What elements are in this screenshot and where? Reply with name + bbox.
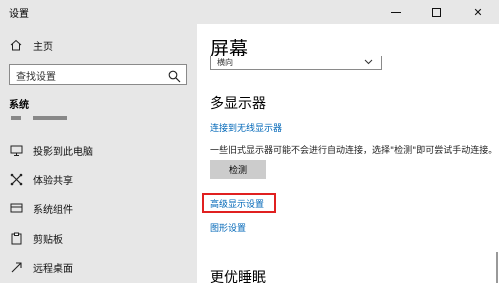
minimize-button[interactable]	[376, 0, 416, 24]
sidebar-item-remote-desktop[interactable]: 远程桌面	[0, 253, 197, 281]
projector-icon	[9, 143, 23, 157]
sidebar-item-label: 投影到此电脑	[33, 146, 93, 158]
orientation-dropdown[interactable]: 横向	[210, 56, 382, 70]
clipboard-icon	[9, 231, 23, 245]
sidebar-item-shared-experience[interactable]: 体验共享	[0, 165, 197, 193]
remote-desktop-icon	[9, 260, 23, 274]
detect-description: 一些旧式显示器可能不会进行自动连接，选择"检测"即可尝试手动连接。	[210, 146, 498, 156]
search-input[interactable]	[10, 68, 160, 87]
sidebar-item-label: 剪贴板	[33, 234, 63, 246]
detect-button[interactable]: 检测	[210, 160, 266, 179]
graphics-settings-link[interactable]: 图形设置	[210, 221, 246, 234]
sidebar-item-label: 主页	[33, 41, 53, 53]
sidebar-item-label: 远程桌面	[33, 263, 73, 275]
sidebar-item-label: 体验共享	[33, 175, 73, 187]
title-bar: 设置 ✕	[0, 0, 499, 24]
sidebar-item-components[interactable]: 系统组件	[0, 194, 197, 222]
sidebar-item-label: 系统组件	[33, 204, 73, 216]
sidebar-item-projection[interactable]: 投影到此电脑	[0, 136, 197, 164]
sidebar: 主页 系统 投影到此电脑 体验共享 系统组件 剪贴板	[0, 24, 197, 283]
sidebar-item-clipboard[interactable]: 剪贴板	[0, 224, 197, 252]
components-icon	[9, 201, 23, 215]
share-experience-icon	[9, 172, 23, 186]
section-title: 系统	[9, 100, 29, 111]
maximize-icon	[431, 7, 441, 17]
search-field[interactable]	[9, 64, 187, 87]
sleep-heading: 更优睡眠	[210, 270, 266, 283]
maximize-button[interactable]	[416, 0, 456, 24]
scrollbar[interactable]	[493, 24, 499, 283]
advanced-display-settings-link[interactable]: 高级显示设置	[210, 197, 264, 210]
chevron-down-icon	[364, 57, 373, 69]
minimize-icon	[391, 11, 401, 13]
sidebar-item-home[interactable]: 主页	[0, 31, 197, 59]
search-icon[interactable]	[168, 68, 181, 83]
window-title: 设置	[9, 9, 29, 20]
close-button[interactable]: ✕	[458, 0, 498, 24]
main-panel: 屏幕 横向 多显示器 连接到无线显示器 一些旧式显示器可能不会进行自动连接，选择…	[197, 24, 499, 283]
sidebar-item-partial	[9, 116, 69, 122]
close-icon: ✕	[473, 5, 483, 19]
scrollbar-thumb[interactable]	[496, 252, 498, 283]
home-icon	[9, 38, 23, 52]
dropdown-value: 横向	[217, 58, 233, 67]
multi-display-heading: 多显示器	[210, 96, 266, 112]
connect-wireless-display-link[interactable]: 连接到无线显示器	[210, 121, 282, 134]
